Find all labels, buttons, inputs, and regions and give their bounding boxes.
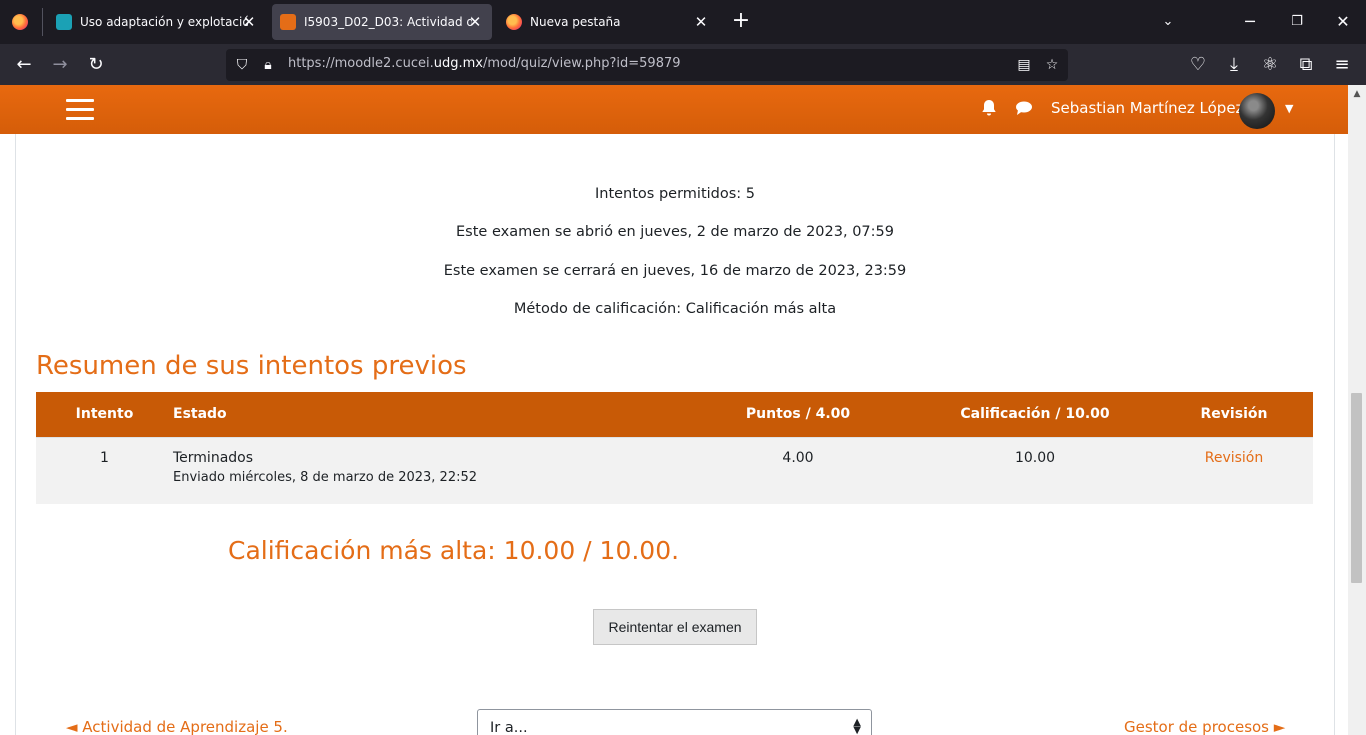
quiz-favicon-icon [280, 14, 296, 30]
messages-bubble-icon[interactable] [1014, 99, 1034, 119]
tab-uso-adaptacion[interactable]: Uso adaptación y explotación de ✕ [50, 0, 266, 44]
tab-list-chevron-icon[interactable]: ⌄ [1156, 10, 1180, 34]
cell-grade: 10.00 [1014, 449, 1056, 466]
submitted-text: Enviado miércoles, 8 de marzo de 2023, 2… [173, 469, 478, 485]
pocket-icon[interactable]: ♡ [1186, 53, 1210, 77]
close-tab-icon[interactable]: ✕ [692, 13, 710, 31]
scroll-up-arrow-icon[interactable]: ▲ [1348, 87, 1366, 101]
attempts-table: Intento Estado Puntos / 4.00 Calificació… [36, 392, 1313, 504]
review-link[interactable]: Revisión [1205, 450, 1264, 466]
new-tab-button[interactable]: + [730, 10, 752, 33]
tab-title: Nueva pestaña [530, 15, 621, 29]
menu-hamburger-icon[interactable]: ≡ [1330, 53, 1354, 77]
col-header-state: Estado [173, 406, 227, 423]
url-prefix: https://moodle2.cucei. [288, 56, 434, 71]
col-header-grade: Calificación / 10.00 [960, 406, 1110, 423]
page-viewport: Sebastian Martínez López ▼ ▲ Intentos pe… [0, 85, 1366, 735]
avatar[interactable] [1239, 93, 1275, 129]
reload-icon[interactable]: ↻ [84, 53, 108, 77]
tab-divider [42, 8, 43, 36]
attempts-summary-heading: Resumen de sus intentos previos [36, 351, 467, 381]
retry-quiz-button[interactable]: Reintentar el examen [593, 609, 757, 645]
back-arrow-icon[interactable]: ← [12, 53, 36, 77]
tab-title: I5903_D02_D03: Actividad de Ap [304, 15, 472, 29]
cell-review: Revisión [1155, 437, 1313, 504]
highest-grade-text: Calificación más alta: 10.00 / 10.00. [228, 536, 680, 565]
cucei-favicon-icon [56, 14, 72, 30]
grading-method-text: Método de calificación: Calificación más… [513, 301, 837, 317]
firefox-icon [506, 14, 522, 30]
close-tab-icon[interactable]: ✕ [240, 13, 258, 31]
close-tab-icon[interactable]: ✕ [466, 13, 484, 31]
reader-view-icon[interactable]: ▤ [1014, 55, 1034, 75]
bookmark-star-icon[interactable]: ☆ [1042, 55, 1062, 75]
url-text[interactable]: https://moodle2.cucei.udg.mx/mod/quiz/vi… [288, 56, 681, 71]
next-activity-link[interactable]: Gestor de procesos ► [1124, 718, 1285, 735]
tab-actividad-active[interactable]: I5903_D02_D03: Actividad de Ap ✕ [272, 4, 492, 40]
col-header-attempt: Intento [75, 406, 134, 423]
cell-points: 4.00 [782, 449, 814, 466]
user-menu-caret-icon[interactable]: ▼ [1285, 99, 1293, 119]
url-bar[interactable]: ⛉ 🔒︎ https://moodle2.cucei.udg.mx/mod/qu… [226, 49, 1068, 81]
tab-nueva-pestana[interactable]: Nueva pestaña ✕ [498, 0, 718, 44]
quiz-opened-text: Este examen se abrió en jueves, 2 de mar… [456, 224, 894, 240]
col-header-review: Revisión [1200, 406, 1268, 423]
quiz-closes-text: Este examen se cerrará en jueves, 16 de … [443, 263, 907, 279]
scrollbar[interactable]: ▲ [1348, 85, 1366, 735]
firefox-view-button[interactable] [12, 0, 40, 44]
scrollbar-thumb[interactable] [1351, 393, 1362, 583]
cell-attempt: 1 [100, 449, 109, 466]
attempts-allowed-text: Intentos permitidos: 5 [594, 186, 756, 202]
browser-nav-bar: ← → ↻ ⛉ 🔒︎ https://moodle2.cucei.udg.mx/… [0, 44, 1366, 85]
extension-atom-icon[interactable]: ⚛ [1258, 53, 1282, 77]
table-header-row: Intento Estado Puntos / 4.00 Calificació… [36, 392, 1313, 437]
restore-icon[interactable]: ❐ [1285, 10, 1309, 34]
col-header-points: Puntos / 4.00 [745, 406, 851, 423]
forward-arrow-icon[interactable]: → [48, 53, 72, 77]
prev-activity-link[interactable]: ◄ Actividad de Aprendizaje 5. [66, 718, 288, 735]
download-icon[interactable]: ⤓ [1222, 53, 1246, 77]
browser-tab-bar: Uso adaptación y explotación de ✕ I5903_… [0, 0, 1366, 44]
user-name[interactable]: Sebastian Martínez López [1051, 99, 1243, 117]
close-window-icon[interactable]: ✕ [1331, 10, 1355, 34]
minimize-icon[interactable]: ─ [1238, 10, 1262, 34]
table-row: 1 Terminados Enviado miércoles, 8 de mar… [36, 437, 1313, 504]
firefox-icon [12, 14, 28, 30]
extensions-puzzle-icon[interactable]: ⧉ [1294, 53, 1318, 77]
lock-icon[interactable]: 🔒︎ [258, 55, 278, 75]
cell-state: Terminados Enviado miércoles, 8 de marzo… [173, 437, 681, 504]
moodle-header: Sebastian Martínez López ▼ [0, 85, 1348, 134]
state-text: Terminados [173, 449, 254, 466]
drawer-toggle-icon[interactable] [66, 99, 94, 121]
url-domain: udg.mx [433, 56, 483, 71]
tab-title: Uso adaptación y explotación de [80, 15, 248, 29]
select-arrows-icon: ▲ ▼ [853, 717, 861, 735]
jump-to-value: Ir a... [490, 720, 528, 735]
shield-icon[interactable]: ⛉ [232, 55, 252, 75]
url-path: /mod/quiz/view.php?id=59879 [482, 56, 681, 71]
jump-to-select[interactable]: Ir a... ▲ ▼ [477, 709, 872, 735]
notification-bell-icon[interactable] [979, 99, 999, 119]
